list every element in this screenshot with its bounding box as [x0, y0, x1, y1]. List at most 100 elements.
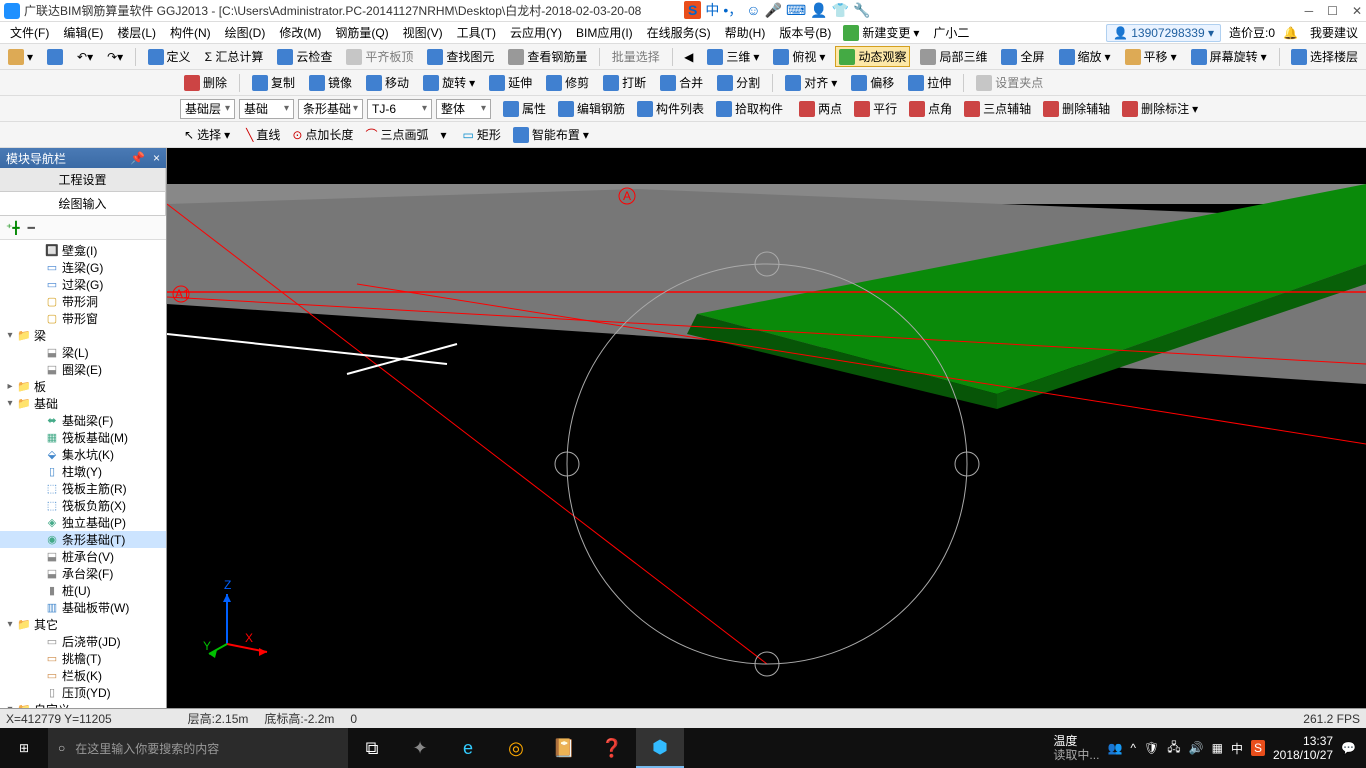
maximize-button[interactable]: ☐: [1327, 4, 1338, 18]
select-tool[interactable]: ↖ 选择 ▾: [180, 124, 234, 145]
app-icon-4[interactable]: ❓: [588, 728, 636, 768]
save-button[interactable]: [43, 47, 67, 67]
ime-tool[interactable]: 🔧: [853, 2, 870, 19]
sogou-icon[interactable]: S: [684, 1, 701, 19]
tree-item[interactable]: ▥基础板带(W): [0, 599, 166, 616]
menu-cloud[interactable]: 云应用(Y): [504, 22, 568, 43]
zoom-button[interactable]: 缩放▾: [1055, 46, 1115, 67]
delaux-button[interactable]: 删除辅轴: [1039, 98, 1114, 119]
tray-sogou-icon[interactable]: S: [1251, 740, 1265, 756]
menu-steel[interactable]: 钢筋量(Q): [329, 22, 394, 43]
ime-keyboard[interactable]: ⌨: [786, 2, 806, 19]
tree-item[interactable]: 🔲壁龛(I): [0, 242, 166, 259]
sum-calc-button[interactable]: Σ 汇总计算: [201, 46, 268, 67]
undo-button[interactable]: ↶▾: [73, 48, 97, 66]
pick-component-button[interactable]: 拾取构件: [712, 98, 787, 119]
app-icon-ggj[interactable]: ⬢: [636, 728, 684, 768]
tree-item[interactable]: ⬓圈梁(E): [0, 361, 166, 378]
tree-item[interactable]: ⬙集水坑(K): [0, 446, 166, 463]
tree-folder[interactable]: ▸📁板: [0, 378, 166, 395]
taskview-icon[interactable]: ⧉: [348, 728, 396, 768]
toggle-btn[interactable]: ▾: [436, 126, 450, 144]
tray-people-icon[interactable]: 👥: [1107, 741, 1122, 755]
tree-item[interactable]: ▮桩(U): [0, 582, 166, 599]
menu-bim[interactable]: BIM应用(I): [570, 22, 639, 43]
component-list-button[interactable]: 构件列表: [633, 98, 708, 119]
tree-item[interactable]: ⬚筏板负筋(X): [0, 497, 166, 514]
tree-item[interactable]: ▭挑檐(T): [0, 650, 166, 667]
menu-floor[interactable]: 楼层(L): [111, 22, 162, 43]
extend-button[interactable]: 延伸: [485, 72, 536, 93]
open-button[interactable]: ▾: [4, 47, 37, 67]
dropdown-component[interactable]: TJ-6: [367, 99, 432, 119]
batch-select-button[interactable]: 批量选择: [608, 46, 664, 67]
tray-ime-icon[interactable]: 中: [1231, 740, 1243, 757]
smart-tool[interactable]: 智能布置▾: [509, 124, 593, 145]
suggestion-button[interactable]: 我要建议: [1306, 22, 1362, 43]
delete-button[interactable]: 删除: [180, 72, 231, 93]
anglepoint-button[interactable]: 点角: [905, 98, 956, 119]
flat-top-button[interactable]: 平齐板顶: [342, 46, 417, 67]
tree-item[interactable]: ▢带形洞: [0, 293, 166, 310]
tree-folder[interactable]: ▾📁基础: [0, 395, 166, 412]
new-change-button[interactable]: 新建变更 ▾: [839, 22, 923, 43]
prev-button[interactable]: ◀: [680, 48, 697, 66]
tree-item[interactable]: ▦筏板基础(M): [0, 429, 166, 446]
menu-edit[interactable]: 编辑(E): [57, 22, 109, 43]
menu-component[interactable]: 构件(N): [164, 22, 217, 43]
taskbar-clock[interactable]: 13:372018/10/27: [1273, 734, 1333, 763]
tree-item[interactable]: ▭过梁(G): [0, 276, 166, 293]
setgrip-button[interactable]: 设置夹点: [972, 72, 1047, 93]
dropdown-type[interactable]: 条形基础: [298, 99, 363, 119]
copy-button[interactable]: 复制: [248, 72, 299, 93]
properties-button[interactable]: 属性: [499, 98, 550, 119]
topview-button[interactable]: 俯视▾: [769, 46, 829, 67]
tree-item[interactable]: ▭连梁(G): [0, 259, 166, 276]
tree-item[interactable]: ◉条形基础(T): [0, 531, 166, 548]
menu-file[interactable]: 文件(F): [4, 22, 55, 43]
app-icon-3[interactable]: 📔: [540, 728, 588, 768]
tree-folder[interactable]: ▾📁其它: [0, 616, 166, 633]
ime-skin[interactable]: 👕: [832, 2, 849, 19]
ime-punct[interactable]: •，: [723, 0, 742, 20]
tree-item[interactable]: ⬓承台梁(F): [0, 565, 166, 582]
tray-app-icon[interactable]: ▦: [1212, 741, 1223, 755]
align-button[interactable]: 对齐▾: [781, 72, 841, 93]
redo-button[interactable]: ↷▾: [103, 48, 127, 66]
define-button[interactable]: 定义: [144, 46, 195, 67]
bell-icon[interactable]: 🔔: [1283, 26, 1298, 40]
tree-item[interactable]: ⬓桩承台(V): [0, 548, 166, 565]
tree-item[interactable]: ⬚筏板主筋(R): [0, 480, 166, 497]
notification-icon[interactable]: 💬: [1341, 741, 1356, 755]
app-icon-1[interactable]: ✦: [396, 728, 444, 768]
menu-help[interactable]: 帮助(H): [719, 22, 772, 43]
local3d-button[interactable]: 局部三维: [916, 46, 991, 67]
cloud-check-button[interactable]: 云检查: [273, 46, 336, 67]
expand-all-icon[interactable]: ⁺╋: [6, 221, 20, 235]
tree-item[interactable]: ⬌基础梁(F): [0, 412, 166, 429]
tab-draw-input[interactable]: 绘图输入: [0, 192, 166, 215]
merge-button[interactable]: 合并: [656, 72, 707, 93]
menu-draw[interactable]: 绘图(D): [219, 22, 272, 43]
dynamic-view-button[interactable]: 动态观察: [835, 46, 910, 67]
collapse-all-icon[interactable]: ━: [28, 221, 35, 235]
parallel-button[interactable]: 平行: [850, 98, 901, 119]
menu-online[interactable]: 在线服务(S): [641, 22, 717, 43]
tree-item[interactable]: ▭后浇带(JD): [0, 633, 166, 650]
tree-item[interactable]: ▭栏板(K): [0, 667, 166, 684]
tree-item[interactable]: ▯柱墩(Y): [0, 463, 166, 480]
tree-item[interactable]: ⬓梁(L): [0, 344, 166, 361]
tray-net-icon[interactable]: 🖧: [1167, 738, 1180, 759]
stretch-button[interactable]: 拉伸: [904, 72, 955, 93]
line-tool[interactable]: ╲ 直线: [242, 124, 284, 145]
trim-button[interactable]: 修剪: [542, 72, 593, 93]
rect-tool[interactable]: ▭ 矩形: [459, 124, 505, 145]
ime-mic[interactable]: 🎤: [765, 2, 782, 19]
menu-view[interactable]: 视图(V): [397, 22, 449, 43]
edge-icon[interactable]: e: [444, 728, 492, 768]
user-phone[interactable]: 👤 13907298339 ▾: [1106, 24, 1221, 42]
addlen-tool[interactable]: ⊙ 点加长度: [288, 124, 357, 145]
delmark-button[interactable]: 删除标注▾: [1118, 98, 1202, 119]
screen-rotate-button[interactable]: 屏幕旋转▾: [1187, 46, 1271, 67]
tree-item[interactable]: ▢带形窗: [0, 310, 166, 327]
